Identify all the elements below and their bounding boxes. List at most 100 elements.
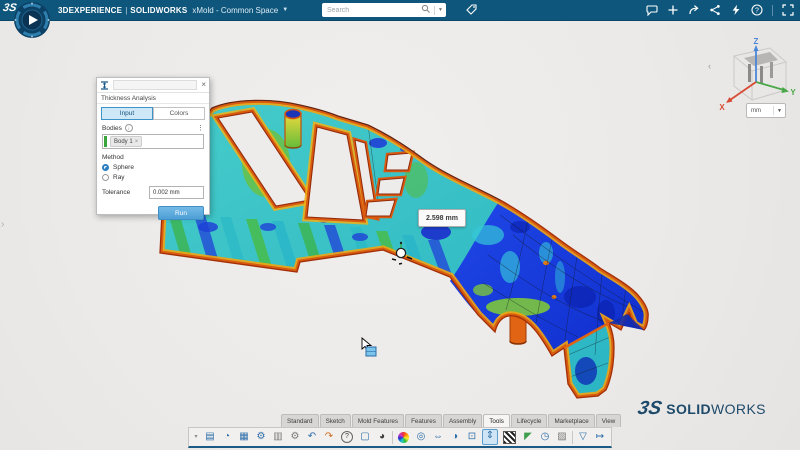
ribbon-tab-assembly[interactable]: Assembly xyxy=(443,414,482,427)
ribbon-tab-view[interactable]: View xyxy=(596,414,622,427)
info-icon: i xyxy=(125,124,133,132)
run-button[interactable]: Run xyxy=(158,206,204,220)
zebra-stripes-icon[interactable] xyxy=(503,431,516,444)
render-style-icon[interactable]: ◕ xyxy=(375,430,389,444)
unit-dropdown[interactable]: mm ▼ xyxy=(746,103,786,118)
chevron-down-icon: ▼ xyxy=(282,7,288,13)
svg-text:?: ? xyxy=(755,7,759,14)
comments-icon[interactable] xyxy=(646,4,658,16)
preferences-gear-icon[interactable]: ⚙ xyxy=(288,430,302,444)
radio-sphere-label: Sphere xyxy=(113,164,134,171)
unit-chevron-icon: ▼ xyxy=(774,108,785,114)
brand-3dexperience: 3DEXPERIENCE xyxy=(58,6,122,15)
redo-icon[interactable]: ↷ xyxy=(322,430,336,444)
ribbon-tab-marketplace[interactable]: Marketplace xyxy=(548,414,594,427)
mold-fill-analysis-icon[interactable]: ▽ xyxy=(576,430,590,444)
ribbon-tab-features[interactable]: Features xyxy=(405,414,442,427)
dialog-body: Bodies i ⋮ Body 1 × Method Sphere xyxy=(97,120,209,224)
tag-icon[interactable] xyxy=(465,3,478,21)
dialog-header[interactable]: × xyxy=(97,78,209,93)
share-arrow-icon[interactable] xyxy=(688,4,700,16)
zoom-area-icon[interactable]: ◎ xyxy=(414,430,428,444)
thickness-analysis-dialog: × Thickness Analysis Input Colors Bodies… xyxy=(96,77,210,215)
share-network-icon[interactable] xyxy=(709,4,721,16)
axis-y-label: Y xyxy=(790,88,796,97)
triad-collapse-chevron-icon[interactable]: ‹ xyxy=(708,61,711,71)
add-content-icon[interactable] xyxy=(667,4,679,16)
zoom-fit-icon[interactable]: ⊡ xyxy=(465,430,479,444)
tolerance-input[interactable]: 0.002 mm xyxy=(149,186,204,199)
workspace-selector[interactable]: xMold - Common Space ▼ xyxy=(192,6,288,15)
tolerance-label: Tolerance xyxy=(102,189,130,196)
toolbar-overflow-icon[interactable]: ▾ xyxy=(192,430,200,444)
body-chip[interactable]: Body 1 × xyxy=(110,136,142,147)
viewport-3d[interactable]: › xyxy=(0,21,800,450)
measure-icon[interactable]: ⇔ xyxy=(431,430,445,444)
workspace-name: xMold - Common Space xyxy=(192,6,278,15)
chip-remove-icon[interactable]: × xyxy=(135,139,139,145)
model-3d-thickness-analysis[interactable] xyxy=(148,85,718,415)
search-input[interactable] xyxy=(322,7,421,14)
search-scope-chevron-icon[interactable]: ▼ xyxy=(438,7,446,13)
thickness-analysis-icon xyxy=(100,81,109,90)
brand-separator: | xyxy=(125,6,127,15)
select-body-cursor-icon xyxy=(358,337,380,364)
logo-solid: SOLID xyxy=(666,401,711,417)
color-wheel-icon[interactable] xyxy=(398,432,409,443)
radio-row-ray[interactable]: Ray xyxy=(102,174,204,181)
ribbon-tab-strip: Standard Sketch Mold Features Features A… xyxy=(281,414,622,427)
open-with-history-icon[interactable]: ◔ xyxy=(220,430,234,444)
dialog-title: Thickness Analysis xyxy=(97,93,209,104)
help-icon[interactable]: ? xyxy=(751,4,763,16)
ribbon-tab-mold-features[interactable]: Mold Features xyxy=(352,414,404,427)
export-icon[interactable]: ↦ xyxy=(593,430,607,444)
bodies-input[interactable]: Body 1 × xyxy=(102,134,204,149)
compare-geometry-icon[interactable]: ▨ xyxy=(555,430,569,444)
close-icon[interactable]: × xyxy=(201,81,206,89)
boss-cylinder-top xyxy=(285,110,301,149)
copy-documents-icon[interactable]: ▥ xyxy=(271,430,285,444)
thickness-analysis-tool-icon[interactable]: ⇕ xyxy=(482,429,498,445)
save-icon[interactable]: ▦ xyxy=(237,430,251,444)
radio-sphere-icon[interactable] xyxy=(102,164,109,171)
tab-colors[interactable]: Colors xyxy=(153,107,205,120)
radio-row-sphere[interactable]: Sphere xyxy=(102,164,204,171)
dialog-tabs: Input Colors xyxy=(97,104,209,120)
section-view-icon[interactable]: ◑ xyxy=(448,430,462,444)
search-divider xyxy=(434,6,435,15)
body-chip-label: Body 1 xyxy=(114,139,133,145)
undo-icon[interactable]: ↶ xyxy=(305,430,319,444)
share-screen-icon[interactable]: ▢ xyxy=(358,430,372,444)
ribbon-tab-standard[interactable]: Standard xyxy=(281,414,319,427)
thickness-measurement-tooltip: 2.598 mm xyxy=(418,209,466,227)
3dexperience-compass-icon[interactable] xyxy=(13,1,51,44)
topbar-icon-divider xyxy=(772,5,773,16)
radio-ray-icon[interactable] xyxy=(102,174,109,181)
draft-analysis-icon[interactable]: ◤ xyxy=(521,430,535,444)
bodies-label: Bodies xyxy=(102,125,122,132)
fullscreen-icon[interactable] xyxy=(782,4,794,16)
collaboration-flash-icon[interactable] xyxy=(730,4,742,16)
import-file-icon[interactable]: ▤ xyxy=(203,430,217,444)
application-window: 3S 3DEXPERIENCE | SOLIDWORKS xMold - Com… xyxy=(0,0,800,450)
settings-sync-icon[interactable]: ⚙ xyxy=(254,430,268,444)
ribbon-tab-sketch[interactable]: Sketch xyxy=(320,414,351,427)
radio-ray-label: Ray xyxy=(113,174,125,181)
help-icon-toolbar[interactable]: ? xyxy=(341,431,353,443)
bottom-toolbar: ▾ ▤ ◔ ▦ ⚙ ▥ ⚙ ↶ ↷ ? ▢ ◕ ◎ ⇔ ◑ ⊡ ⇕ ◤ ◷ ▨ … xyxy=(188,427,612,448)
left-panel-expand-chevron-icon[interactable]: › xyxy=(1,219,4,230)
search-icon[interactable] xyxy=(421,1,431,19)
dialog-dock-tab xyxy=(113,80,197,90)
ribbon-tab-tools[interactable]: Tools xyxy=(483,414,510,427)
toolbar-separator xyxy=(392,431,393,444)
toolbar-separator-2 xyxy=(572,431,573,444)
ribbon-tab-lifecycle[interactable]: Lifecycle xyxy=(511,414,548,427)
kebab-menu-icon[interactable]: ⋮ xyxy=(197,124,204,132)
ds-monogram-icon: 3S xyxy=(636,398,664,420)
topbar-action-icons: ? xyxy=(646,0,794,20)
undercut-analysis-icon[interactable]: ◷ xyxy=(538,430,552,444)
logo-works: WORKS xyxy=(711,401,766,417)
axis-x-label: X xyxy=(719,103,725,112)
tab-input[interactable]: Input xyxy=(101,107,153,120)
method-label: Method xyxy=(102,154,204,161)
